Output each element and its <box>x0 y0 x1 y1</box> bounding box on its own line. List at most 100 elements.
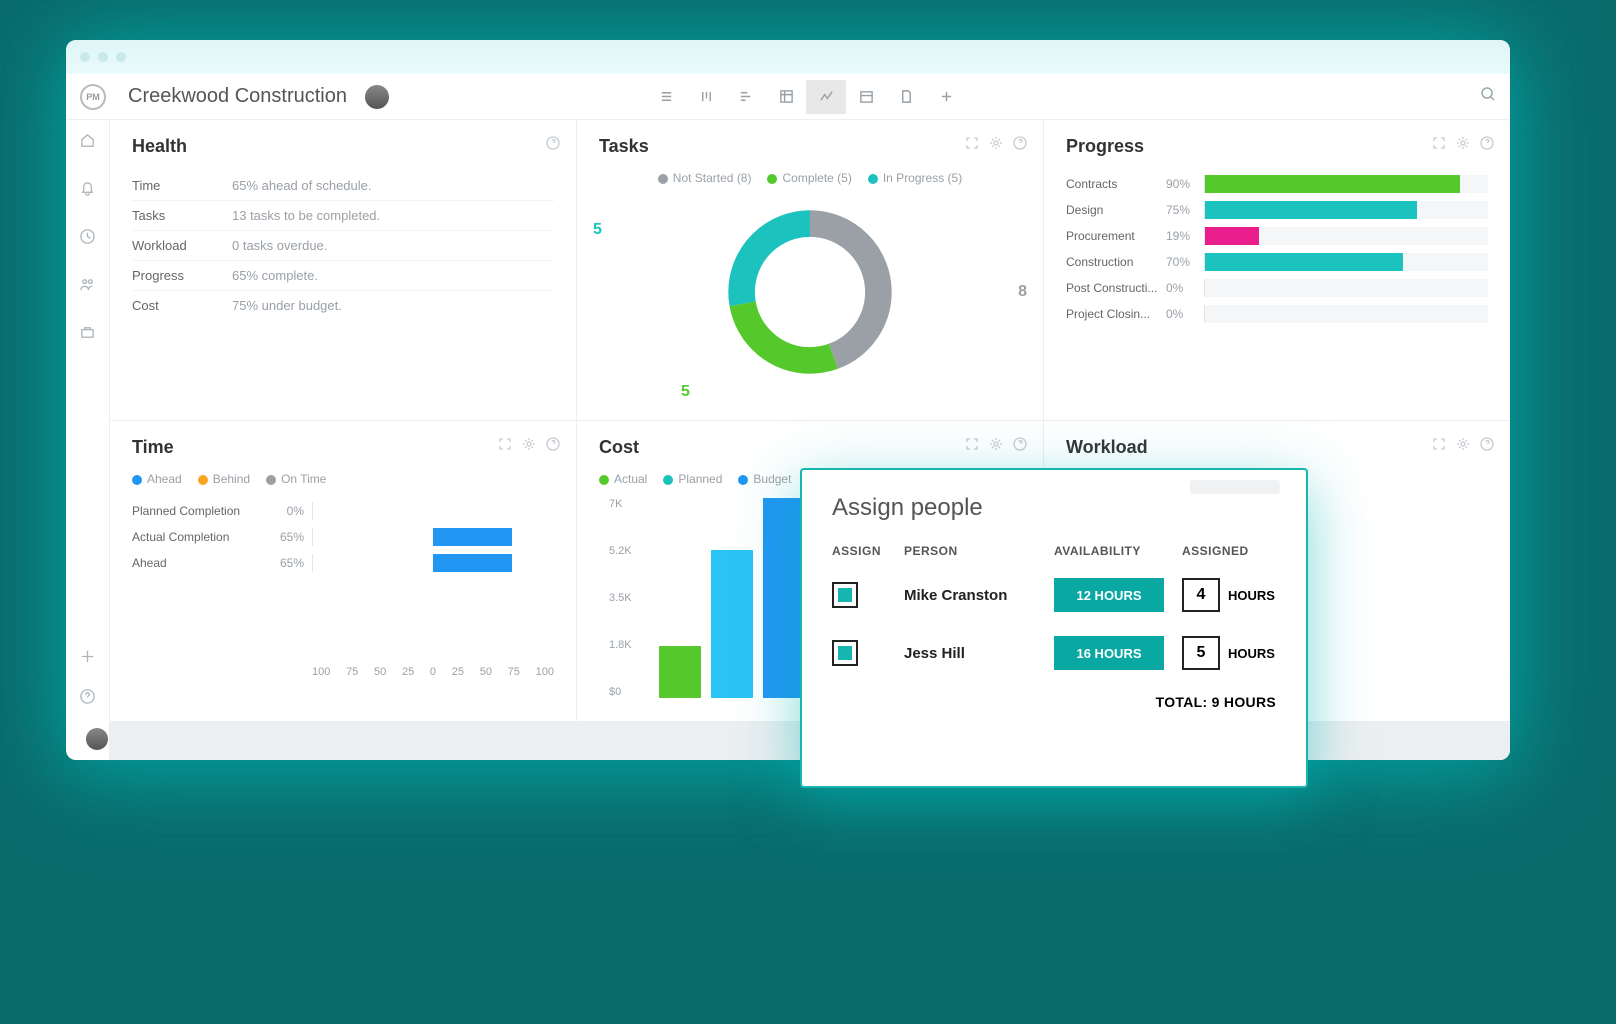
panel-help-icon[interactable] <box>1013 437 1027 456</box>
topbar: PM Creekwood Construction <box>66 74 1510 120</box>
app-logo-icon[interactable]: PM <box>80 84 106 110</box>
time-pct: 0% <box>272 504 312 518</box>
axis-tick: 50 <box>374 666 386 678</box>
tasks-legend: Not Started (8) Complete (5) In Progress… <box>599 171 1021 185</box>
health-panel: Health Time65% ahead of schedule. Tasks1… <box>110 120 576 420</box>
progress-track <box>1204 175 1488 193</box>
progress-label: Contracts <box>1066 177 1166 191</box>
time-pct: 65% <box>272 556 312 570</box>
tasks-donut-chart: 8 5 5 <box>599 197 1021 387</box>
calendar-view-tab[interactable] <box>846 80 886 114</box>
gear-icon[interactable] <box>1456 136 1470 155</box>
search-icon[interactable] <box>1480 86 1496 107</box>
legend-label: Complete (5) <box>782 171 851 185</box>
window-min-dot[interactable] <box>98 52 108 62</box>
availability-badge: 12 HOURS <box>1054 578 1164 612</box>
dashboard-view-tab[interactable] <box>806 80 846 114</box>
legend-label: Not Started (8) <box>673 171 752 185</box>
time-track <box>312 528 554 546</box>
panel-help-icon[interactable] <box>1480 437 1494 456</box>
history-icon[interactable] <box>79 228 96 250</box>
col-assign: ASSIGN <box>832 544 904 558</box>
gear-icon[interactable] <box>1456 437 1470 456</box>
axis-tick: 25 <box>402 666 414 678</box>
project-title: Creekwood Construction <box>128 85 347 108</box>
health-value: 13 tasks to be completed. <box>232 208 380 223</box>
legend-label: Actual <box>614 472 647 486</box>
progress-pct: 0% <box>1166 307 1204 321</box>
progress-track <box>1204 201 1488 219</box>
health-label: Time <box>132 178 232 193</box>
assign-checkbox[interactable] <box>832 582 858 608</box>
board-view-tab[interactable] <box>686 80 726 114</box>
legend-label: Behind <box>213 472 250 486</box>
panel-title: Progress <box>1066 136 1488 157</box>
user-avatar[interactable] <box>86 728 108 750</box>
health-value: 75% under budget. <box>232 298 342 313</box>
view-tabs <box>646 80 966 114</box>
portfolio-icon[interactable] <box>79 324 96 346</box>
assigned-hours-input[interactable]: 4 <box>1182 578 1220 612</box>
time-panel: Time Ahead Behind On Time Planned Comple… <box>110 421 576 721</box>
add-view-tab[interactable] <box>926 80 966 114</box>
gear-icon[interactable] <box>989 136 1003 155</box>
expand-icon[interactable] <box>498 437 512 456</box>
gear-icon[interactable] <box>989 437 1003 456</box>
expand-icon[interactable] <box>965 437 979 456</box>
axis-tick: 1.8K <box>609 639 632 651</box>
gantt-view-tab[interactable] <box>726 80 766 114</box>
popup-title: Assign people <box>832 494 1276 522</box>
axis-tick: 5.2K <box>609 545 632 557</box>
progress-track <box>1204 227 1488 245</box>
panel-title: Health <box>132 136 554 157</box>
gear-icon[interactable] <box>522 437 536 456</box>
panel-help-icon[interactable] <box>546 136 560 155</box>
donut-value: 5 <box>593 221 602 239</box>
health-label: Workload <box>132 238 232 253</box>
team-icon[interactable] <box>79 276 96 298</box>
expand-icon[interactable] <box>965 136 979 155</box>
window-max-dot[interactable] <box>116 52 126 62</box>
mac-titlebar <box>66 40 1510 74</box>
files-view-tab[interactable] <box>886 80 926 114</box>
legend-label: On Time <box>281 472 326 486</box>
panel-help-icon[interactable] <box>546 437 560 456</box>
help-icon[interactable] <box>79 688 96 710</box>
window-close-dot[interactable] <box>80 52 90 62</box>
progress-panel: Progress Contracts 90% Design 75% Procur… <box>1044 120 1510 420</box>
panel-help-icon[interactable] <box>1480 136 1494 155</box>
progress-row: Procurement 19% <box>1066 223 1488 249</box>
progress-row: Contracts 90% <box>1066 171 1488 197</box>
axis-tick: 50 <box>480 666 492 678</box>
expand-icon[interactable] <box>1432 437 1446 456</box>
popup-header-row: ASSIGN PERSON AVAILABILITY ASSIGNED <box>832 544 1276 558</box>
axis-tick: 75 <box>508 666 520 678</box>
cost-bar-actual <box>659 646 701 698</box>
progress-label: Design <box>1066 203 1166 217</box>
time-row: Actual Completion 65% <box>132 524 554 550</box>
progress-track <box>1204 253 1488 271</box>
project-avatar[interactable] <box>365 85 389 109</box>
col-availability: AVAILABILITY <box>1054 544 1182 558</box>
panel-help-icon[interactable] <box>1013 136 1027 155</box>
expand-icon[interactable] <box>1432 136 1446 155</box>
health-value: 0 tasks overdue. <box>232 238 327 253</box>
panel-title: Cost <box>599 437 1021 458</box>
list-view-tab[interactable] <box>646 80 686 114</box>
legend-label: Budget <box>753 472 791 486</box>
sidebar <box>66 120 110 760</box>
col-assigned: ASSIGNED <box>1182 544 1276 558</box>
skeleton <box>1190 480 1280 494</box>
sheet-view-tab[interactable] <box>766 80 806 114</box>
add-icon[interactable] <box>79 648 96 670</box>
assigned-hours-input[interactable]: 5 <box>1182 636 1220 670</box>
home-icon[interactable] <box>79 132 96 154</box>
notifications-icon[interactable] <box>79 180 96 202</box>
progress-row: Construction 70% <box>1066 249 1488 275</box>
axis-tick: 75 <box>346 666 358 678</box>
assign-checkbox[interactable] <box>832 640 858 666</box>
health-label: Cost <box>132 298 232 313</box>
cost-bar-planned <box>711 550 753 698</box>
cost-bar-budget <box>763 498 805 698</box>
time-pct: 65% <box>272 530 312 544</box>
